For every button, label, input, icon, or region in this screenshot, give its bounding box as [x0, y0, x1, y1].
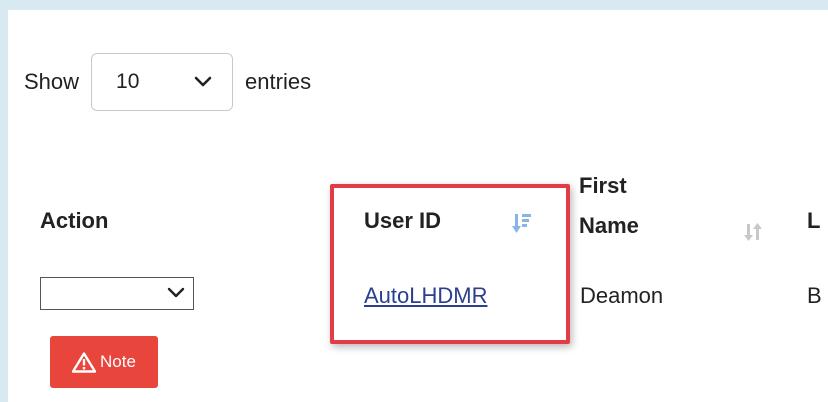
entries-per-page-select[interactable]: 10 [91, 53, 234, 111]
last-name-cell: B [807, 283, 822, 308]
entries-label: entries [245, 69, 312, 94]
warning-triangle-icon [72, 351, 97, 373]
sort-unsorted-icon[interactable] [744, 222, 764, 247]
entries-per-page-value: 10 [116, 70, 140, 93]
action-select[interactable] [40, 277, 194, 310]
first-name-cell: Deamon [580, 283, 664, 308]
sort-descending-icon[interactable] [512, 206, 532, 241]
column-header-first-name[interactable]: First Name [579, 166, 639, 246]
column-header-user-id[interactable]: User ID [364, 208, 441, 234]
column-header-first-name-line2: Name [579, 213, 639, 238]
user-id-link[interactable]: AutoLHDMR [364, 283, 487, 309]
chevron-down-icon [167, 286, 185, 304]
column-header-action: Action [40, 208, 109, 233]
column-header-last-name[interactable]: L [807, 208, 820, 234]
entries-length-control: Show 10 entries [24, 50, 311, 114]
chevron-down-icon [194, 76, 212, 88]
show-label: Show [24, 69, 80, 94]
note-button-label: Note [100, 352, 136, 371]
note-button[interactable]: Note [50, 336, 158, 388]
column-header-first-name-line1: First [579, 173, 627, 198]
